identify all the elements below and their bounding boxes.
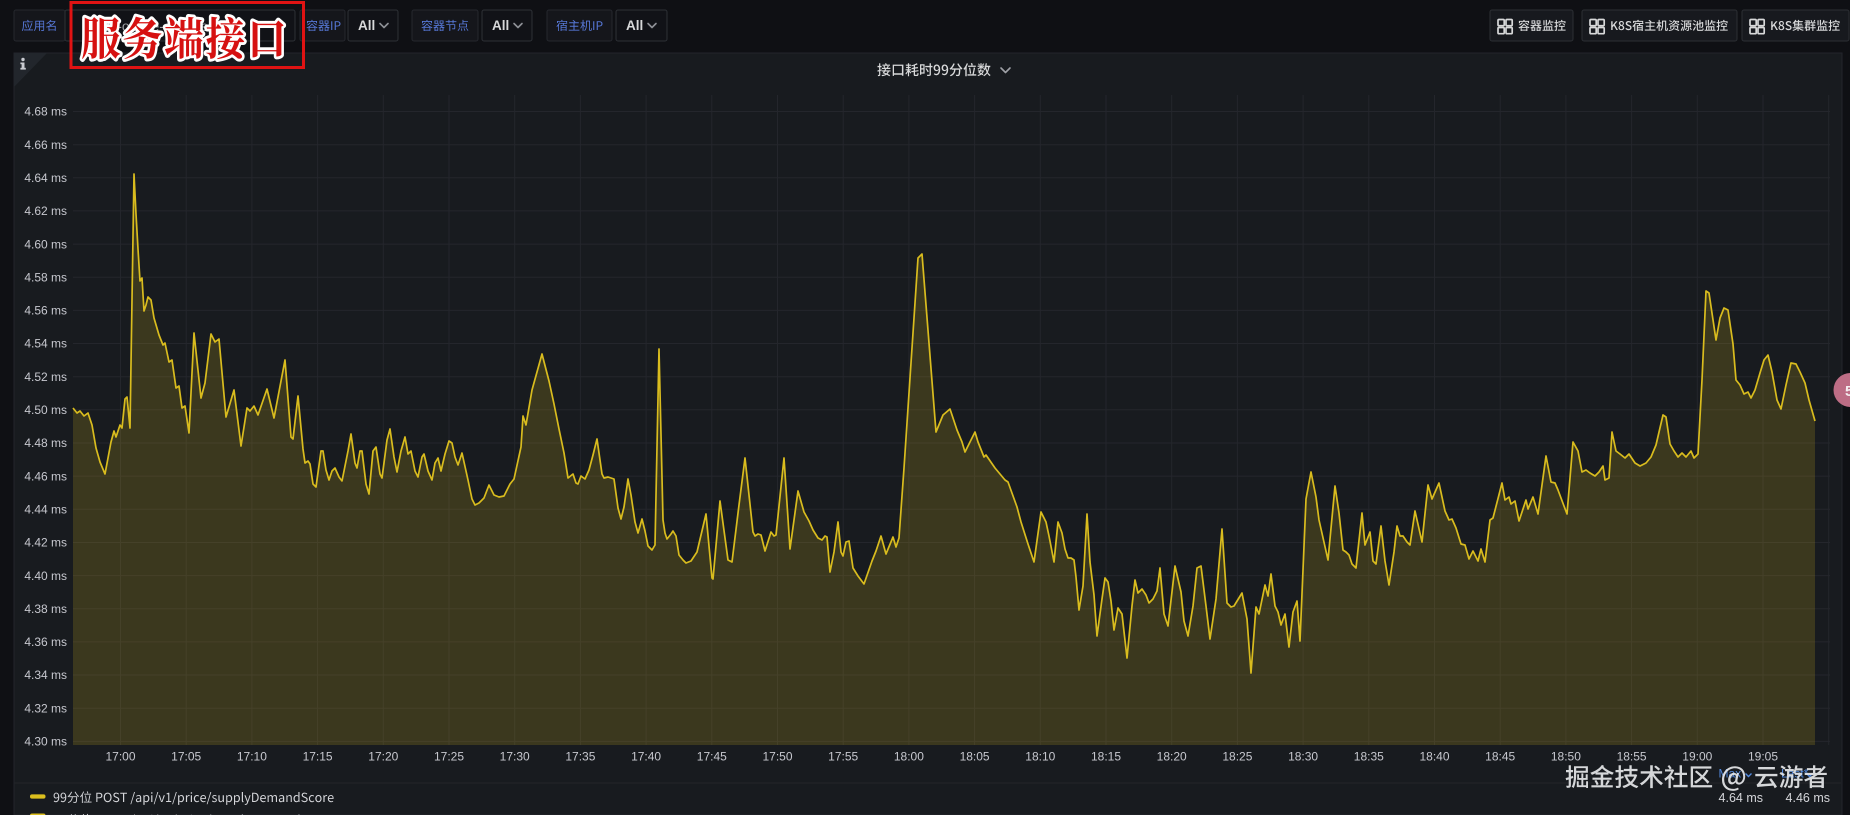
svg-text:17:00: 17:00 bbox=[105, 750, 135, 764]
svg-text:18:45: 18:45 bbox=[1485, 750, 1515, 764]
svg-text:All: All bbox=[626, 18, 643, 33]
svg-text:4.32 ms: 4.32 ms bbox=[24, 701, 67, 715]
svg-text:17:05: 17:05 bbox=[171, 750, 201, 764]
svg-text:17:55: 17:55 bbox=[828, 750, 858, 764]
svg-text:18:25: 18:25 bbox=[1222, 750, 1252, 764]
svg-text:4.44 ms: 4.44 ms bbox=[24, 503, 67, 517]
svg-text:19:05: 19:05 bbox=[1748, 750, 1778, 764]
svg-text:5: 5 bbox=[1845, 383, 1850, 400]
svg-text:4.42 ms: 4.42 ms bbox=[24, 536, 67, 550]
svg-text:4.34 ms: 4.34 ms bbox=[24, 668, 67, 682]
svg-text:4.58 ms: 4.58 ms bbox=[24, 270, 67, 284]
svg-text:4.66 ms: 4.66 ms bbox=[24, 138, 67, 152]
svg-text:18:50: 18:50 bbox=[1551, 750, 1581, 764]
svg-text:4.46 ms: 4.46 ms bbox=[1786, 791, 1830, 805]
svg-text:4.50 ms: 4.50 ms bbox=[24, 403, 67, 417]
svg-text:17:50: 17:50 bbox=[762, 750, 792, 764]
svg-text:4.62 ms: 4.62 ms bbox=[24, 204, 67, 218]
svg-text:18:20: 18:20 bbox=[1157, 750, 1187, 764]
svg-text:4.56 ms: 4.56 ms bbox=[24, 304, 67, 318]
svg-text:17:35: 17:35 bbox=[565, 750, 595, 764]
svg-text:18:40: 18:40 bbox=[1419, 750, 1449, 764]
svg-text:4.60 ms: 4.60 ms bbox=[24, 237, 67, 251]
svg-text:4.30 ms: 4.30 ms bbox=[24, 735, 67, 749]
svg-text:17:20: 17:20 bbox=[368, 750, 398, 764]
svg-text:4.64 ms: 4.64 ms bbox=[1719, 791, 1763, 805]
svg-text:18:30: 18:30 bbox=[1288, 750, 1318, 764]
svg-text:4.54 ms: 4.54 ms bbox=[24, 337, 67, 351]
svg-text:18:05: 18:05 bbox=[960, 750, 990, 764]
svg-text:17:15: 17:15 bbox=[303, 750, 333, 764]
svg-text:17:40: 17:40 bbox=[631, 750, 661, 764]
svg-text:17:30: 17:30 bbox=[500, 750, 530, 764]
svg-text:18:10: 18:10 bbox=[1025, 750, 1055, 764]
svg-text:19:00: 19:00 bbox=[1682, 750, 1712, 764]
svg-text:17:25: 17:25 bbox=[434, 750, 464, 764]
svg-text:All: All bbox=[492, 18, 509, 33]
svg-text:4.64 ms: 4.64 ms bbox=[24, 171, 67, 185]
svg-text:4.68 ms: 4.68 ms bbox=[24, 105, 67, 119]
svg-text:All: All bbox=[358, 18, 375, 33]
svg-text:17:45: 17:45 bbox=[697, 750, 727, 764]
svg-text:4.52 ms: 4.52 ms bbox=[24, 370, 67, 384]
svg-text:17:10: 17:10 bbox=[237, 750, 267, 764]
svg-text:4.46 ms: 4.46 ms bbox=[24, 469, 67, 483]
svg-text:4.36 ms: 4.36 ms bbox=[24, 635, 67, 649]
svg-text:4.48 ms: 4.48 ms bbox=[24, 436, 67, 450]
svg-text:18:35: 18:35 bbox=[1354, 750, 1384, 764]
svg-text:18:00: 18:00 bbox=[894, 750, 924, 764]
svg-text:4.40 ms: 4.40 ms bbox=[24, 569, 67, 583]
svg-text:18:55: 18:55 bbox=[1617, 750, 1647, 764]
svg-text:18:15: 18:15 bbox=[1091, 750, 1121, 764]
svg-text:4.38 ms: 4.38 ms bbox=[24, 602, 67, 616]
